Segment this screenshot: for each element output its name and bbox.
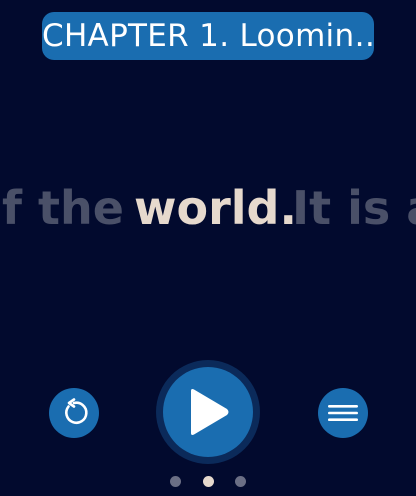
menu-icon [328, 405, 358, 421]
previous-words: of the [0, 181, 124, 235]
chapter-title-button[interactable]: CHAPTER 1. Loomin… [42, 12, 374, 60]
page-indicator [170, 474, 246, 488]
play-button[interactable] [163, 367, 253, 457]
play-button-ring [156, 360, 260, 464]
menu-button[interactable] [318, 388, 368, 438]
page-dot-3[interactable] [235, 475, 246, 487]
play-icon [191, 389, 229, 435]
rewind-icon [65, 398, 88, 425]
rewind-button[interactable] [49, 388, 99, 438]
page-dot-2-active[interactable] [202, 475, 214, 487]
word-stream: of the world. It is a [0, 178, 416, 238]
current-word: world. [134, 181, 297, 235]
next-words: It is a [292, 181, 416, 235]
speed-reader-screen: CHAPTER 1. Loomin… of the world. It is a [0, 0, 416, 496]
page-dot-1[interactable] [170, 475, 181, 487]
